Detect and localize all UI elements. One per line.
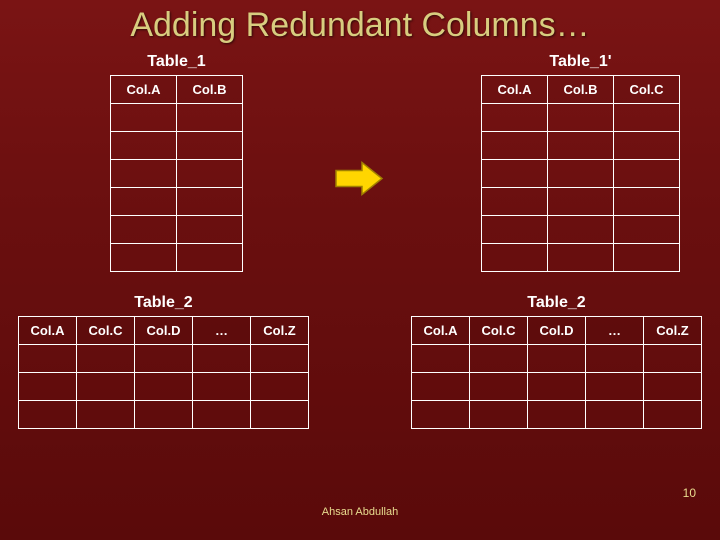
upper-row: Table_1 Col.A Col.B Table_1' Col.A Col.B… <box>0 53 720 272</box>
lower-row: Table_2 Col.A Col.C Col.D … Col.Z Table_… <box>0 294 720 429</box>
table1p-col-a: Col.A <box>482 76 548 104</box>
table1-prime: Col.A Col.B Col.C <box>481 75 680 272</box>
table2r-col-dots: … <box>586 317 644 345</box>
arrow-icon <box>332 158 388 203</box>
table1p-block: Table_1' Col.A Col.B Col.C <box>481 53 680 272</box>
footer-author: Ahsan Abdullah <box>0 506 720 518</box>
table2r-col-c: Col.C <box>470 317 528 345</box>
table2-right-block: Table_2 Col.A Col.C Col.D … Col.Z <box>411 294 702 429</box>
table2l-col-c: Col.C <box>77 317 135 345</box>
table1-col-a: Col.A <box>111 76 177 104</box>
table1-col-b: Col.B <box>177 76 243 104</box>
table2r-col-d: Col.D <box>528 317 586 345</box>
table1-block: Table_1 Col.A Col.B <box>110 53 243 272</box>
table2-left-block: Table_2 Col.A Col.C Col.D … Col.Z <box>18 294 309 429</box>
table2r-col-a: Col.A <box>412 317 470 345</box>
table2l-col-a: Col.A <box>19 317 77 345</box>
table1-label: Table_1 <box>147 53 205 71</box>
slide-title: Adding Redundant Columns… <box>0 0 720 53</box>
table2r-label: Table_2 <box>527 294 585 312</box>
table1p-col-b: Col.B <box>548 76 614 104</box>
table2l-col-dots: … <box>193 317 251 345</box>
table2-left: Col.A Col.C Col.D … Col.Z <box>18 316 309 429</box>
table2r-col-z: Col.Z <box>644 317 702 345</box>
table2l-col-d: Col.D <box>135 317 193 345</box>
table1p-col-c: Col.C <box>614 76 680 104</box>
table1p-label: Table_1' <box>549 53 611 71</box>
table1: Col.A Col.B <box>110 75 243 272</box>
table2l-label: Table_2 <box>134 294 192 312</box>
table2l-col-z: Col.Z <box>251 317 309 345</box>
slide-number: 10 <box>683 486 696 500</box>
table2-right: Col.A Col.C Col.D … Col.Z <box>411 316 702 429</box>
